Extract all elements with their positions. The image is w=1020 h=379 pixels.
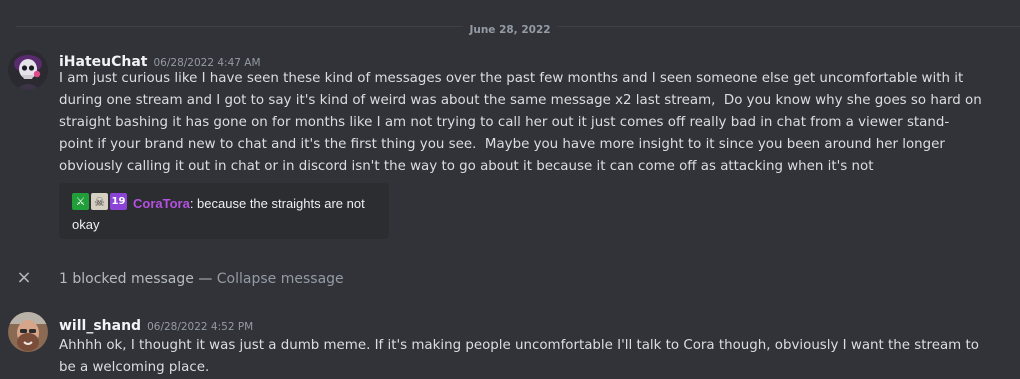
message-content: Ahhhh ok, I thought it was just a dumb m… [59,338,979,375]
message-header: will_shand 06/28/2022 4:52 PM [59,315,253,334]
avatar-ihateuchat[interactable] [8,50,48,90]
chat-username: CoraTora [133,196,190,211]
timestamp[interactable]: 06/28/2022 4:52 PM [147,321,253,333]
username[interactable]: will_shand [59,318,141,334]
blocked-message-text: 1 blocked message [59,271,194,287]
collapse-message-button[interactable]: Collapse message [217,271,344,287]
chat-message: : because the straights are not okay [72,196,365,232]
chat-line: CoraTora: because the straights are not … [72,193,372,235]
date-divider: June 28, 2022 [0,18,1020,38]
message-image-embed[interactable]: ⚔ ☠ 19 CoraTora: because the straights a… [59,183,389,239]
blocked-message-notice: 1 blocked message — Collapse message [59,268,344,290]
close-icon[interactable]: × [16,269,32,287]
user-photo-avatar-icon [8,312,48,352]
skeleton-avatar-icon [8,50,48,90]
blocked-separator: — [193,271,217,287]
date-divider-label: June 28, 2022 [463,22,557,38]
chat-window: June 28, 2022 iHateuChat 06/28/2022 4:47 … [0,0,1020,379]
message-content: I am just curious like I have seen these… [59,71,982,174]
date-divider-line [16,26,1020,27]
avatar-will-shand[interactable] [8,312,48,352]
